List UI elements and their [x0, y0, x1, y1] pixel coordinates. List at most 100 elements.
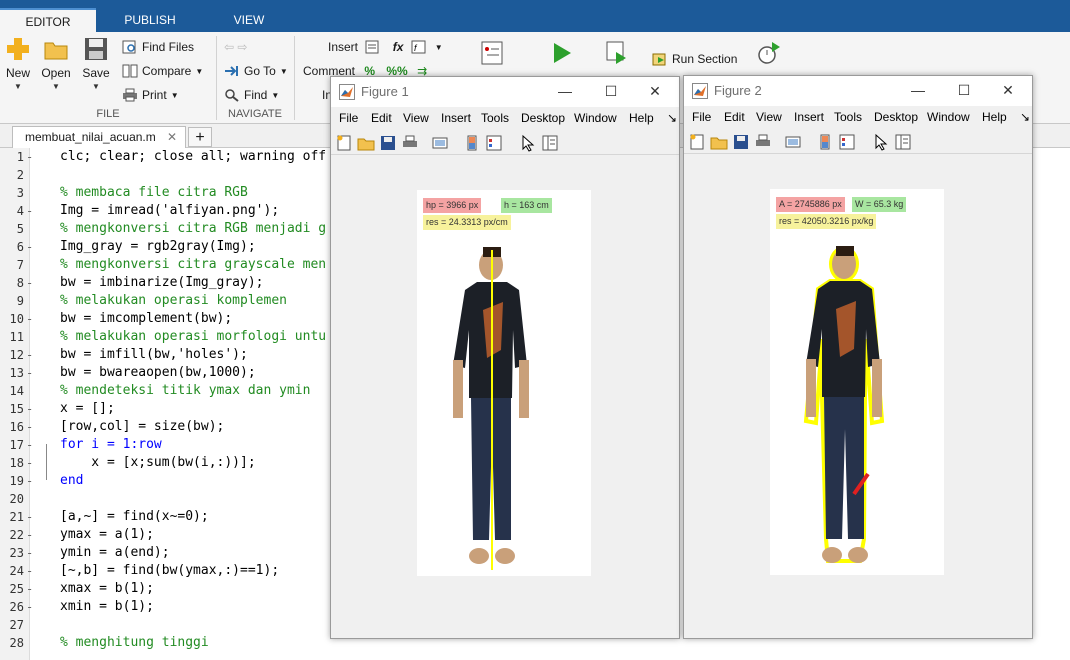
maximize-icon[interactable]: ☐	[601, 81, 621, 101]
person-image-height: hp = 3966 px h = 163 cm res = 24.3313 px…	[417, 190, 591, 576]
person-silhouette-outlined	[803, 246, 885, 563]
go-to-button[interactable]: Go To ▼	[224, 61, 288, 81]
resolution-label: res = 42050.3216 px/kg	[776, 214, 877, 229]
chevron-down-icon: ▼	[195, 67, 204, 76]
forward-arrow-icon[interactable]: ⇨	[237, 40, 247, 54]
menu-desktop[interactable]: Desktop	[521, 111, 565, 125]
weight-kg-label: W = 65.3 kg	[852, 197, 907, 212]
open-folder-icon[interactable]	[710, 133, 728, 151]
new-tab-button[interactable]: +	[188, 127, 212, 147]
pointer-icon[interactable]	[519, 134, 537, 152]
section-label-navigate: NAVIGATE	[228, 108, 282, 120]
figure-1-canvas[interactable]: hp = 3966 px h = 163 cm res = 24.3313 px…	[331, 155, 679, 638]
menu-file[interactable]: File	[339, 111, 358, 125]
chevron-down-icon: ▼	[279, 67, 288, 76]
pointer-icon[interactable]	[872, 133, 890, 151]
find-button[interactable]: Find ▼	[224, 85, 279, 105]
find-files-icon	[122, 40, 136, 54]
link-plot-icon[interactable]	[431, 134, 449, 152]
menu-edit[interactable]: Edit	[371, 111, 392, 125]
menu-window[interactable]: Window	[574, 111, 617, 125]
open-button[interactable]: Open ▼	[36, 36, 76, 91]
minimize-icon[interactable]: —	[908, 80, 928, 100]
go-to-icon	[225, 66, 238, 76]
save-icon[interactable]	[732, 133, 750, 151]
menu-desktop[interactable]: Desktop	[874, 110, 918, 124]
chevron-down-icon: ▼	[170, 91, 179, 100]
matlab-logo-icon	[339, 84, 355, 100]
save-button[interactable]: Save ▼	[76, 36, 116, 91]
print-icon	[123, 88, 137, 102]
tab-view[interactable]: VIEW	[210, 8, 288, 32]
close-icon[interactable]: ✕	[998, 80, 1018, 100]
print-icon[interactable]	[754, 133, 772, 151]
menu-view[interactable]: View	[756, 110, 782, 124]
fx-icon[interactable]: fx	[393, 40, 404, 54]
menu-overflow-icon[interactable]: ↘	[1020, 110, 1030, 124]
close-tab-icon[interactable]: ✕	[167, 127, 177, 147]
legend-icon[interactable]	[485, 134, 503, 152]
link-plot-icon[interactable]	[784, 133, 802, 151]
menu-edit[interactable]: Edit	[724, 110, 745, 124]
figure-1-menu-bar: File Edit View Insert Tools Desktop Wind…	[331, 107, 679, 131]
menu-overflow-icon[interactable]: ↘	[667, 111, 677, 125]
figure-1-toolbar	[331, 131, 679, 155]
run-icon[interactable]	[549, 40, 575, 66]
figure-2-title-bar[interactable]: Figure 2 — ☐ ✕	[684, 76, 1032, 106]
insert-button[interactable]: Insert fx f ▼	[328, 37, 443, 57]
file-tab-membuat-nilai-acuan[interactable]: membuat_nilai_acuan.m ✕	[12, 126, 186, 148]
menu-tools[interactable]: Tools	[834, 110, 862, 124]
property-inspector-icon[interactable]	[541, 134, 559, 152]
height-cm-label: h = 163 cm	[501, 198, 552, 213]
save-icon[interactable]	[379, 134, 397, 152]
compare-icon	[122, 64, 138, 78]
compare-button[interactable]: Compare ▼	[122, 61, 203, 81]
chevron-down-icon: ▼	[434, 43, 443, 52]
function-browser-icon[interactable]: f	[411, 40, 427, 54]
colorbar-icon[interactable]	[816, 133, 834, 151]
run-and-advance-icon[interactable]	[604, 40, 630, 66]
back-arrow-icon[interactable]: ⇦	[224, 40, 234, 54]
figure-1-title-bar[interactable]: Figure 1 — ☐ ✕	[331, 77, 679, 107]
figure-2-canvas[interactable]: A = 2745886 px W = 65.3 kg res = 42050.3…	[684, 154, 1032, 638]
person-silhouette	[453, 247, 529, 570]
breakpoints-icon[interactable]	[479, 40, 505, 66]
new-figure-icon[interactable]	[688, 133, 706, 151]
minimize-icon[interactable]: —	[555, 81, 575, 101]
open-folder-icon[interactable]	[357, 134, 375, 152]
find-files-button[interactable]: Find Files	[122, 37, 194, 57]
new-icon	[7, 38, 29, 60]
save-icon	[85, 38, 107, 60]
menu-view[interactable]: View	[403, 111, 429, 125]
find-icon	[225, 89, 239, 102]
maximize-icon[interactable]: ☐	[954, 80, 974, 100]
figure-2-window[interactable]: Figure 2 — ☐ ✕ File Edit View Insert Too…	[683, 75, 1033, 639]
person-image-weight: A = 2745886 px W = 65.3 kg res = 42050.3…	[770, 189, 944, 575]
menu-window[interactable]: Window	[927, 110, 970, 124]
tab-publish[interactable]: PUBLISH	[104, 8, 196, 32]
print-button[interactable]: Print ▼	[122, 85, 179, 105]
legend-icon[interactable]	[838, 133, 856, 151]
menu-insert[interactable]: Insert	[794, 110, 824, 124]
new-figure-icon[interactable]	[335, 134, 353, 152]
section-divider	[294, 36, 295, 120]
menu-file[interactable]: File	[692, 110, 711, 124]
print-icon[interactable]	[401, 134, 419, 152]
run-section-button[interactable]: Run Section	[652, 49, 737, 69]
menu-help[interactable]: Help	[629, 111, 654, 125]
menu-insert[interactable]: Insert	[441, 111, 471, 125]
figure-1-window[interactable]: Figure 1 — ☐ ✕ File Edit View Insert Too…	[330, 76, 680, 639]
tab-editor[interactable]: EDITOR	[0, 8, 96, 32]
height-pixels-label: hp = 3966 px	[423, 198, 482, 213]
run-and-time-icon[interactable]	[756, 40, 782, 66]
new-button[interactable]: New ▼	[0, 36, 38, 91]
colorbar-icon[interactable]	[463, 134, 481, 152]
property-inspector-icon[interactable]	[894, 133, 912, 151]
chevron-down-icon: ▼	[14, 82, 22, 91]
menu-tools[interactable]: Tools	[481, 111, 509, 125]
figure-2-menu-bar: File Edit View Insert Tools Desktop Wind…	[684, 106, 1032, 130]
chevron-down-icon: ▼	[92, 82, 100, 91]
back-forward-buttons[interactable]: ⇦ ⇨	[224, 37, 247, 57]
menu-help[interactable]: Help	[982, 110, 1007, 124]
close-icon[interactable]: ✕	[645, 81, 665, 101]
